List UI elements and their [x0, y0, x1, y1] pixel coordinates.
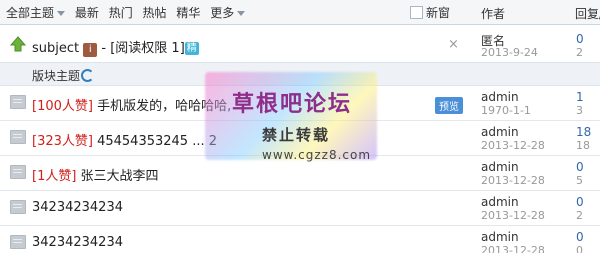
- sticky-thread-title[interactable]: subject i - [阅读权限 1] 精: [32, 37, 199, 57]
- thread-folder-icon: [10, 200, 26, 214]
- preview-button[interactable]: 预览: [435, 97, 463, 114]
- thread-views: 18: [576, 139, 590, 152]
- read-permission-label: - [阅读权限 1]: [97, 41, 185, 56]
- thread-date: 2013-12-28: [481, 209, 545, 222]
- author-column-header: 作者: [481, 7, 506, 21]
- thread-row[interactable]: 34234234234 admin 2013-12-28 0 2: [0, 191, 600, 226]
- filter-more[interactable]: 更多: [210, 6, 245, 20]
- thread-folder-icon: [10, 165, 26, 179]
- thread-list-header: 全部主题 最新 热门 热帖 精华 更多 新窗 作者 回复/: [0, 0, 600, 25]
- sticky-replies[interactable]: 0: [576, 32, 584, 46]
- new-window-toggle[interactable]: 新窗: [410, 4, 450, 21]
- thread-date: 1970-1-1: [481, 104, 531, 117]
- thread-replies[interactable]: 0: [576, 195, 584, 209]
- watermark-url: www.cgzz8.com: [262, 148, 372, 162]
- filter-hot-posts[interactable]: 热帖: [143, 6, 167, 20]
- sticky-up-arrow-icon: [10, 36, 26, 52]
- thread-title-text[interactable]: 45454353245 ... 2: [93, 134, 217, 149]
- type-tag-icon: i: [83, 43, 98, 57]
- digest-badge: 精: [184, 42, 199, 55]
- thread-title[interactable]: [100人赞] 手机版发的，哈哈哈哈,: [32, 95, 231, 114]
- thread-title[interactable]: [1人赞] 张三大战李四: [32, 165, 159, 184]
- thread-views: 3: [576, 104, 583, 117]
- filter-bar: 全部主题 最新 热门 热帖 精华 更多: [6, 4, 251, 21]
- thread-views: 5: [576, 174, 583, 187]
- thread-date: 2013-12-28: [481, 174, 545, 187]
- thread-title-text[interactable]: 张三大战李四: [76, 169, 159, 184]
- thread-replies[interactable]: 0: [576, 160, 584, 174]
- close-sticky-icon[interactable]: ×: [448, 37, 459, 52]
- thread-row[interactable]: 34234234234 admin 2013-12-28 0 0: [0, 226, 600, 253]
- thread-replies[interactable]: 18: [576, 125, 591, 139]
- thread-author[interactable]: admin: [481, 125, 519, 139]
- thread-title-text[interactable]: 34234234234: [32, 200, 123, 215]
- watermark-subtitle: 禁止转载: [262, 126, 331, 144]
- new-window-label: 新窗: [426, 6, 451, 20]
- thread-title-text[interactable]: 34234234234: [32, 235, 123, 250]
- thread-folder-icon: [10, 235, 26, 249]
- new-window-checkbox[interactable]: [410, 6, 423, 19]
- thread-author[interactable]: admin: [481, 195, 519, 209]
- forum-thread-list: 全部主题 最新 热门 热帖 精华 更多 新窗 作者 回复/ subject i …: [0, 0, 600, 253]
- thread-date: 2013-12-28: [481, 244, 545, 253]
- like-count: [1人赞]: [32, 169, 77, 184]
- filter-all-topics[interactable]: 全部主题: [6, 6, 65, 20]
- section-label: 版块主题: [32, 69, 81, 83]
- thread-author[interactable]: admin: [481, 160, 519, 174]
- thread-views: 0: [576, 244, 583, 253]
- thread-author[interactable]: admin: [481, 230, 519, 244]
- thread-title[interactable]: 34234234234: [32, 235, 123, 250]
- sticky-subject[interactable]: subject: [32, 41, 79, 56]
- reply-column-header: 回复/: [575, 7, 600, 21]
- filter-latest[interactable]: 最新: [75, 6, 99, 20]
- thread-replies[interactable]: 0: [576, 230, 584, 244]
- thread-views: 2: [576, 209, 583, 222]
- thread-folder-icon: [10, 95, 26, 109]
- thread-replies[interactable]: 1: [576, 90, 584, 104]
- thread-folder-icon: [10, 130, 26, 144]
- filter-hot[interactable]: 热门: [109, 6, 133, 20]
- like-count: [323人赞]: [32, 134, 93, 149]
- refresh-icon[interactable]: [81, 69, 94, 82]
- like-count: [100人赞]: [32, 99, 93, 114]
- thread-title[interactable]: 34234234234: [32, 200, 123, 215]
- thread-date: 2013-12-28: [481, 139, 545, 152]
- thread-author[interactable]: admin: [481, 90, 519, 104]
- watermark-title: 草根吧论坛: [232, 92, 353, 117]
- thread-title[interactable]: [323人赞] 45454353245 ... 2: [32, 130, 217, 149]
- filter-digest[interactable]: 精华: [176, 6, 200, 20]
- sticky-views: 2: [576, 46, 583, 59]
- sticky-date: 2013-9-24: [481, 46, 538, 59]
